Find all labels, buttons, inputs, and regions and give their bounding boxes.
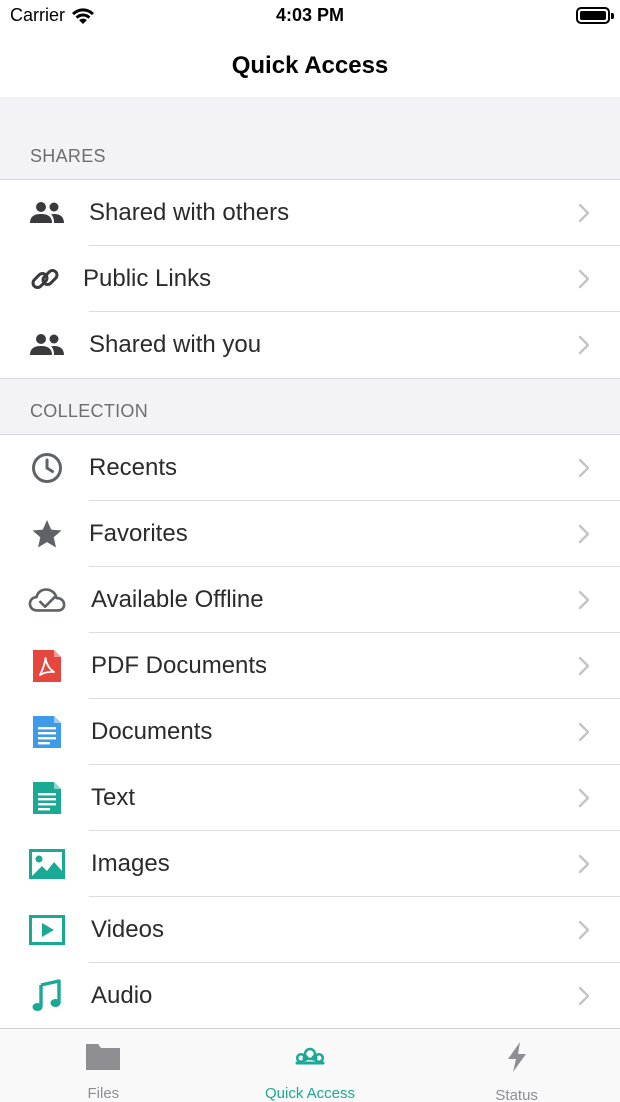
row-recents[interactable]: Recents <box>0 435 620 501</box>
row-shared-with-you[interactable]: Shared with you <box>0 312 620 378</box>
row-label: PDF Documents <box>91 652 268 679</box>
section-header-shares: SHARES <box>30 146 106 166</box>
row-label: Videos <box>91 916 164 943</box>
chevron-right-icon <box>578 656 590 676</box>
tab-label: Files <box>87 1085 120 1102</box>
row-label: Text <box>91 784 136 811</box>
tab-files[interactable]: Files <box>0 1029 207 1102</box>
row-available-offline[interactable]: Available Offline <box>0 567 620 633</box>
row-label: Documents <box>91 718 213 745</box>
row-label: Audio <box>91 982 153 1009</box>
bolt-icon <box>505 1041 529 1073</box>
link-icon <box>26 261 64 297</box>
row-label: Recents <box>89 454 178 481</box>
row-label: Shared with others <box>89 199 290 226</box>
row-documents[interactable]: Documents <box>0 699 620 765</box>
tab-bar: Files Quick Access Status <box>0 1028 620 1102</box>
chevron-right-icon <box>578 722 590 742</box>
row-label: Images <box>91 850 170 877</box>
chevron-right-icon <box>578 524 590 544</box>
tab-label: Status <box>495 1087 538 1102</box>
pdf-icon <box>28 648 66 684</box>
chevron-right-icon <box>578 269 590 289</box>
row-pdf-documents[interactable]: PDF Documents <box>0 633 620 699</box>
tab-label: Quick Access <box>264 1085 356 1102</box>
row-label: Available Offline <box>91 586 264 613</box>
chevron-right-icon <box>578 590 590 610</box>
section-header-collection: COLLECTION <box>30 401 149 421</box>
chevron-right-icon <box>578 458 590 478</box>
star-icon <box>28 516 66 552</box>
row-images[interactable]: Images <box>0 831 620 897</box>
text-file-icon <box>28 780 66 816</box>
row-label: Favorites <box>89 520 188 547</box>
row-audio[interactable]: Audio <box>0 963 620 1029</box>
status-time: 4:03 PM <box>275 5 345 25</box>
row-text[interactable]: Text <box>0 765 620 831</box>
tab-status[interactable]: Status <box>413 1029 620 1102</box>
row-label: Shared with you <box>89 331 262 358</box>
page-title: Quick Access <box>231 51 389 79</box>
tab-quick-access[interactable]: Quick Access <box>207 1029 414 1102</box>
chevron-right-icon <box>578 920 590 940</box>
folder-icon <box>85 1041 121 1071</box>
row-public-links[interactable]: Public Links <box>0 246 620 312</box>
clock-icon <box>28 450 66 486</box>
chevron-right-icon <box>578 203 590 223</box>
video-icon <box>28 912 66 948</box>
cloud-icon <box>294 1041 326 1071</box>
cloud-check-icon <box>28 582 66 618</box>
chevron-right-icon <box>578 986 590 1006</box>
row-videos[interactable]: Videos <box>0 897 620 963</box>
chevron-right-icon <box>578 335 590 355</box>
document-icon <box>28 714 66 750</box>
collection-group: Recents Favorites Available Offline PDF … <box>0 434 620 1029</box>
row-shared-with-others[interactable]: Shared with others <box>0 180 620 246</box>
battery-icon <box>576 7 614 24</box>
people-icon <box>28 327 66 363</box>
music-note-icon <box>28 978 66 1014</box>
chevron-right-icon <box>578 788 590 808</box>
people-icon <box>28 195 66 231</box>
row-favorites[interactable]: Favorites <box>0 501 620 567</box>
battery-level <box>580 11 606 20</box>
chevron-right-icon <box>578 854 590 874</box>
navigation-bar: Quick Access <box>0 34 620 97</box>
row-label: Public Links <box>83 265 212 292</box>
shares-group: Shared with others Public Links Shared w… <box>0 179 620 379</box>
image-icon <box>28 846 66 882</box>
status-bar: Carrier 4:03 PM <box>0 0 620 34</box>
